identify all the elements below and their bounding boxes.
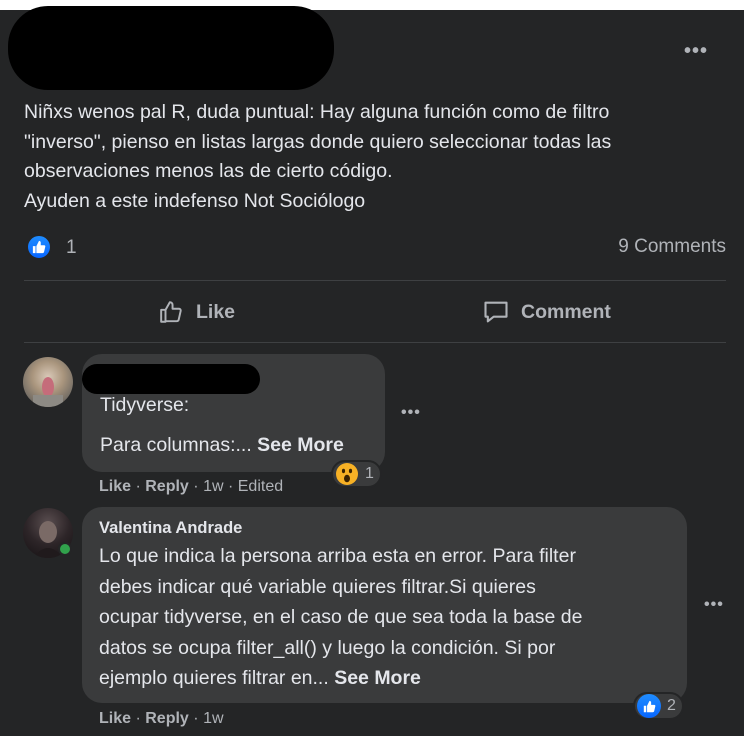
comment-options-icon[interactable]: ••• xyxy=(401,405,421,421)
comment-reply-link[interactable]: Reply xyxy=(145,710,189,727)
comment-options-icon[interactable]: ••• xyxy=(704,597,724,613)
comment-like-link[interactable]: Like xyxy=(99,478,131,495)
comment-like-link[interactable]: Like xyxy=(99,710,131,727)
like-button-label: Like xyxy=(196,300,236,323)
comment-time[interactable]: 1w xyxy=(203,710,223,727)
comment-meta-row: Like · Reply · 1w xyxy=(99,710,224,727)
comment-text-line: ejemplo quieres filtrar en... See More xyxy=(99,663,583,694)
online-status-icon xyxy=(58,542,72,556)
comment-reaction-count: 2 xyxy=(667,697,676,714)
commenter-name[interactable]: Valentina Andrade xyxy=(99,519,242,538)
commenter-avatar[interactable] xyxy=(23,357,73,407)
see-more-link[interactable]: See More xyxy=(334,667,421,689)
post-line: Niñxs wenos pal R, duda puntual: Hay alg… xyxy=(24,101,610,123)
post-line: observaciones menos las de cierto código… xyxy=(24,160,393,182)
comment-text-line: datos se ocupa filter_all() y luego la c… xyxy=(99,636,556,659)
wow-emoji-icon xyxy=(336,463,358,485)
divider xyxy=(24,342,726,343)
edited-label[interactable]: Edited xyxy=(238,478,283,495)
thumbs-up-outline-icon xyxy=(160,301,182,323)
redacted-commenter-name xyxy=(82,364,260,394)
comment-reaction-count: 1 xyxy=(365,465,374,482)
comment-reaction-pill[interactable]: 2 xyxy=(633,692,684,720)
comment-button-label: Comment xyxy=(521,300,611,323)
see-more-link[interactable]: See More xyxy=(257,434,344,456)
like-button[interactable]: Like xyxy=(158,295,235,329)
post-line: Ayuden a este indefenso Not Sociólogo xyxy=(24,189,366,212)
comment-text-line: Tidyverse: xyxy=(100,394,190,416)
divider xyxy=(24,280,726,281)
comment-reply-link[interactable]: Reply xyxy=(145,478,189,495)
redacted-author-header xyxy=(8,6,334,90)
comment-text-line: Para columnas:... See More xyxy=(100,434,344,457)
post-body: Niñxs wenos pal R, duda puntual: Hay alg… xyxy=(24,98,724,216)
comment-bubble: Valentina Andrade Lo que indica la perso… xyxy=(82,507,687,703)
comment-button[interactable]: Comment xyxy=(481,295,611,329)
comment-bubble: Tidyverse: Para columnas:... See More xyxy=(82,354,385,472)
comment-time[interactable]: 1w xyxy=(203,478,223,495)
comment-excerpt: ejemplo quieres filtrar en... xyxy=(99,667,329,689)
comment-text-line: Lo que indica la persona arriba esta en … xyxy=(99,545,576,567)
post-options-icon[interactable]: ••• xyxy=(684,41,708,61)
like-icon xyxy=(637,694,661,718)
comment-meta-row: Like · Reply · 1w · Edited xyxy=(99,478,284,495)
comments-count-link[interactable]: 9 Comments xyxy=(618,236,726,258)
comment-excerpt: Para columnas:... xyxy=(100,434,252,456)
comment-body: Lo que indica la persona arriba esta en … xyxy=(99,541,583,694)
post-line: "inverso", pienso en listas largas donde… xyxy=(24,130,612,153)
like-reaction-icon[interactable] xyxy=(26,234,52,260)
comment-bubble-icon xyxy=(484,301,508,323)
comment-reaction-pill[interactable]: 1 xyxy=(331,460,382,488)
comment-text-line: ocupar tidyverse, en el caso de que sea … xyxy=(99,606,583,628)
comment-text-line: debes indicar qué variable quieres filtr… xyxy=(99,575,536,598)
post-reaction-count[interactable]: 1 xyxy=(66,237,77,259)
